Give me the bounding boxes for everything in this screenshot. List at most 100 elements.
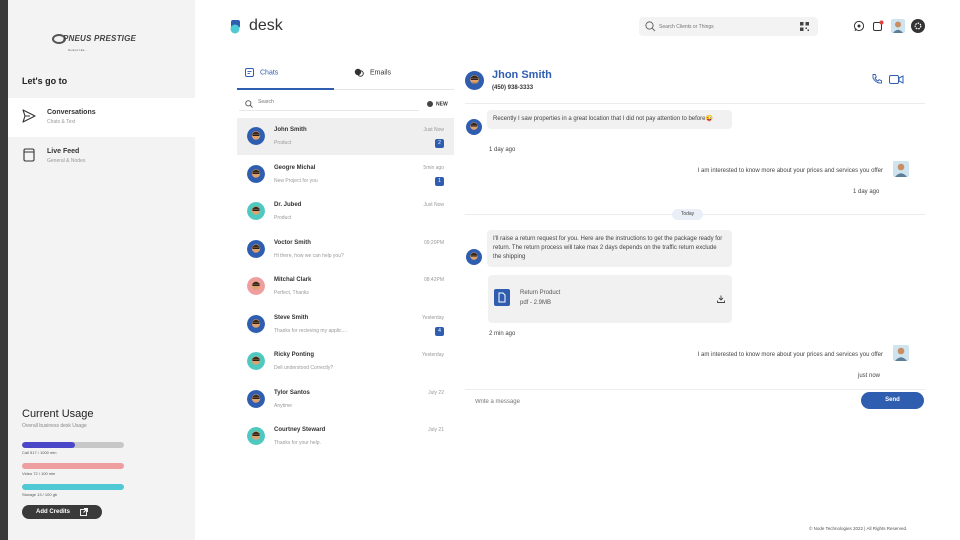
contact-name: John Smith xyxy=(274,127,307,133)
message-preview: Anytime xyxy=(274,402,293,409)
tab-label: Chats xyxy=(260,69,279,77)
tab-chats[interactable]: Chats xyxy=(245,68,278,90)
global-search xyxy=(639,17,818,36)
chat-list-item[interactable]: Geogre Michal New Project for you 5min ago… xyxy=(237,156,454,193)
message-preview: Perfect, Thanks xyxy=(274,290,309,296)
contact-avatar xyxy=(247,352,265,370)
app-root: PNEUS PRESTIGE Donnez LEs... Let's go to… xyxy=(0,0,960,540)
contact-avatar xyxy=(247,427,265,445)
message-time: just now xyxy=(858,373,881,379)
add-credits-button[interactable]: Add Credits xyxy=(22,505,102,519)
contact-name: Tylor Santos xyxy=(274,389,310,396)
usage-title: Current Usage xyxy=(22,408,94,420)
tab-divider xyxy=(334,89,454,90)
contact-name: Steve Smith xyxy=(274,314,309,321)
phone-call-icon[interactable] xyxy=(871,73,883,85)
logo-text: PNEUS PRESTIGE xyxy=(63,34,137,44)
contact-name: Geogre Michal xyxy=(274,164,316,171)
usage-bar-fill xyxy=(22,463,124,469)
conversation-header-divider xyxy=(465,103,925,104)
message-time: July 21 xyxy=(428,427,444,433)
nav-item-subtitle: General & Nodes xyxy=(47,158,86,164)
contact-name: Dr. Jubed xyxy=(274,202,302,208)
contact-avatar xyxy=(466,119,482,135)
chat-list-item[interactable]: Tylor Santos Anytime July 22 xyxy=(237,381,454,418)
contact-avatar xyxy=(465,71,484,90)
settings-icon[interactable] xyxy=(911,19,925,33)
tab-emails[interactable]: Emails xyxy=(354,68,391,90)
chat-list-item[interactable]: Ricky Ponting Deli understood Correctly? Y… xyxy=(237,343,454,380)
message-time: 5min ago xyxy=(423,164,444,171)
external-link-icon xyxy=(80,508,88,516)
contact-avatar xyxy=(466,249,482,265)
message-time: Yesterday xyxy=(421,314,444,321)
usage-bar-video xyxy=(22,463,124,469)
usage-bar-call xyxy=(22,442,124,448)
global-search-input[interactable] xyxy=(659,21,789,32)
sidebar: PNEUS PRESTIGE Donnez LEs... Let's go to… xyxy=(8,0,195,540)
contact-avatar xyxy=(247,314,265,333)
nav-item-subtitle: Chats & Text xyxy=(47,119,76,125)
usage-bar-storage xyxy=(22,484,124,490)
usage-bar-fill xyxy=(22,484,124,490)
message-input[interactable] xyxy=(475,396,835,408)
file-attachment[interactable]: Return Product pdf - 2.9MB xyxy=(488,275,732,323)
chat-list-item[interactable]: John Smith Product Just Now 2 xyxy=(237,118,454,155)
message-time: 1 day ago xyxy=(853,189,880,195)
incoming-message: Recently I saw properties in a great loc… xyxy=(487,110,732,129)
logo-subtext: Donnez LEs... xyxy=(68,48,87,52)
download-icon[interactable] xyxy=(717,295,725,303)
new-chat-button[interactable]: NEW xyxy=(427,101,448,107)
unread-badge: 2 xyxy=(435,139,444,148)
contact-phone: (450) 938-3333 xyxy=(492,85,534,91)
footer-copyright: © Node Technologies 2022 | All Rights Re… xyxy=(809,526,908,531)
notification-icon[interactable] xyxy=(872,20,884,32)
desk-logo-icon xyxy=(230,20,240,34)
chat-icon xyxy=(245,68,254,77)
feed-icon xyxy=(23,148,35,162)
contact-name: Courtney Steward xyxy=(274,427,326,433)
chat-search xyxy=(239,97,419,111)
chat-list-item[interactable]: Dr. Jubed Product Just Now xyxy=(237,193,454,230)
chat-list-item[interactable]: Mitchal Clark Perfect, Thanks 08:42PM xyxy=(237,268,454,305)
user-avatar xyxy=(893,345,909,361)
message-time: 09:20PM xyxy=(423,239,444,246)
file-name: Return Product xyxy=(520,290,561,296)
user-avatar xyxy=(893,161,909,177)
nav-item-conversations[interactable]: Conversations Chats & Text xyxy=(8,98,195,137)
message-preview: Thanks for recieving my applic.... xyxy=(274,327,348,334)
unread-badge: 1 xyxy=(435,176,444,186)
add-credits-label: Add Credits xyxy=(36,509,71,515)
contact-avatar xyxy=(247,389,265,408)
video-call-icon[interactable] xyxy=(889,74,904,85)
usage-subtitle: Overall business desk Usage xyxy=(22,423,87,429)
chat-search-input[interactable] xyxy=(258,99,408,105)
message-preview: Product xyxy=(274,140,292,146)
message-time: 2 min ago xyxy=(489,331,516,337)
chat-list-item[interactable]: Steve Smith Thanks for recieving my appli… xyxy=(237,306,454,343)
message-preview: Hi there, how we can help you? xyxy=(274,252,344,259)
document-icon xyxy=(494,289,510,306)
new-chat-label: NEW xyxy=(436,101,448,108)
whatsapp-icon[interactable] xyxy=(853,20,865,32)
search-icon xyxy=(645,21,656,32)
contact-avatar xyxy=(247,239,265,258)
message-preview: New Project for you xyxy=(274,177,318,184)
send-button[interactable]: Send xyxy=(861,392,924,409)
outgoing-message: I am interested to know more about your … xyxy=(643,346,889,365)
unread-badge: 4 xyxy=(435,326,444,336)
nav-item-title: Conversations xyxy=(47,109,96,116)
nav-item-live-feed[interactable]: Live Feed General & Nodes xyxy=(8,137,195,176)
file-meta: pdf - 2.9MB xyxy=(520,300,552,306)
message-preview: Thanks for your help. xyxy=(274,440,321,446)
qr-code-icon[interactable] xyxy=(800,22,809,31)
contact-name: Voctor Smith xyxy=(274,239,311,246)
contact-avatar xyxy=(247,277,265,295)
user-avatar[interactable] xyxy=(891,19,905,33)
contact-name: Mitchal Clark xyxy=(274,277,312,283)
message-time: Yesterday xyxy=(421,352,444,358)
chat-list-item[interactable]: Courtney Steward Thanks for your help. Jul… xyxy=(237,418,454,455)
message-preview: Product xyxy=(274,215,292,221)
chat-list-item[interactable]: Voctor Smith Hi there, how we can help yo… xyxy=(237,231,454,268)
contact-name: Jhon Smith xyxy=(492,69,552,81)
